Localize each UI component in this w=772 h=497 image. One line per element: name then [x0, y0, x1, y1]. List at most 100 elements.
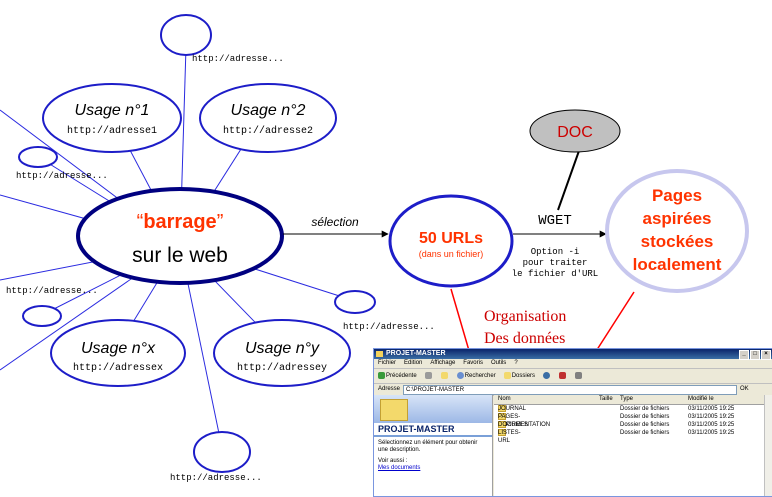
minimize-button[interactable]: _ [739, 350, 749, 360]
maximize-button[interactable]: □ [750, 350, 760, 360]
views-button[interactable] [575, 369, 583, 383]
center-node-shape [76, 187, 284, 285]
task-pane-description: Sélectionnez un élément pour obtenir une… [378, 440, 478, 453]
small-node-left [18, 146, 58, 168]
explorer-title-bar: PROJET-MASTER _ □ × [374, 349, 772, 360]
selection-label: sélection [311, 215, 359, 229]
usage-node-y-url: http://adressey [237, 362, 327, 374]
wget-option-line1: Option -i [531, 247, 580, 257]
vertical-scrollbar[interactable] [764, 395, 772, 496]
usage-node-x-url: http://adressex [73, 362, 163, 374]
file-date: 03/11/2005 19:25 [688, 422, 735, 428]
go-button[interactable]: OK [740, 384, 749, 395]
column-name[interactable]: Nom [498, 395, 511, 404]
small-node-top [160, 14, 212, 56]
file-name: JOURNAL [498, 406, 527, 412]
menu-fichier[interactable]: Fichier [378, 359, 396, 368]
task-pane-banner [374, 395, 492, 423]
file-name: DOCUMENTATION [498, 422, 551, 428]
usage-node-2-title: Usage n°2 [231, 102, 306, 119]
column-type[interactable]: Type [620, 395, 633, 404]
up-folder-button[interactable] [440, 369, 449, 383]
file-row[interactable]: PAGES-ASPIREES Dossier de fichiers 03/11… [494, 413, 772, 428]
explorer-window: PROJET-MASTER _ □ × Fichier Edition Affi… [373, 348, 772, 497]
center-quote-close: ” [217, 211, 224, 233]
forward-button[interactable] [424, 369, 433, 383]
center-node-line1: “barrage” [137, 211, 224, 233]
usage-node-x-title: Usage n°x [81, 340, 156, 357]
search-button-label: Rechercher [464, 373, 496, 379]
search-button[interactable]: Rechercher [456, 369, 496, 383]
explorer-task-pane: PROJET-MASTER Sélectionnez un élément po… [374, 395, 493, 496]
back-button[interactable]: Précédente [378, 369, 417, 383]
close-button[interactable]: × [761, 350, 771, 360]
task-pane-see-also: Voir aussi : [378, 458, 408, 464]
file-row[interactable]: LISTES-URL Dossier de fichiers 03/11/200… [494, 429, 772, 444]
pages-node: Pages aspirées stockées localement [605, 169, 749, 293]
history-button[interactable] [543, 369, 551, 383]
small-node-right [334, 290, 376, 314]
usage-node-2: Usage n°2 http://adresse2 [199, 83, 337, 153]
menu-help[interactable]: ? [514, 359, 517, 368]
explorer-file-list: Nom Taille Type Modifié le JOURNAL Dossi… [494, 395, 772, 496]
small-url-label: http://adresse... [16, 171, 108, 181]
usage-node-1-title: Usage n°1 [75, 102, 150, 119]
small-url-label: http://adresse... [343, 322, 435, 332]
file-name: LISTES-URL [498, 430, 521, 444]
window-controls: _ □ × [739, 350, 771, 360]
wget-option-line2: pour traiter [523, 258, 588, 268]
center-quote-open: “ [137, 211, 144, 233]
urls-node-title: 50 URLs [419, 230, 483, 247]
center-word: barrage [143, 211, 216, 233]
usage-node-y: Usage n°y http://adressey [213, 319, 351, 387]
column-size[interactable]: Taille [599, 395, 613, 404]
explorer-toolbar: Précédente Rechercher Dossiers [374, 369, 772, 384]
back-arrow-icon [378, 371, 385, 379]
small-url-label: http://adresse... [170, 473, 262, 483]
explorer-title: PROJET-MASTER [386, 350, 446, 357]
folders-button[interactable]: Dossiers [503, 369, 536, 383]
organisation-line1: Organisation [484, 308, 566, 325]
file-row[interactable]: DOCUMENTATION Dossier de fichiers 03/11/… [494, 421, 772, 429]
usage-node-x: Usage n°x http://adressex [50, 319, 186, 387]
small-node-bottom-left [22, 305, 62, 327]
usage-node-2-url: http://adresse2 [223, 125, 313, 137]
folders-button-label: Dossiers [511, 373, 536, 379]
file-type: Dossier de fichiers [620, 414, 670, 420]
views-icon [575, 371, 583, 379]
pages-node-line2: aspirées [643, 209, 712, 228]
menu-favoris[interactable]: Favoris [463, 359, 483, 368]
center-node: “barrage” sur le web [76, 187, 284, 285]
doc-connector [557, 147, 581, 211]
file-date: 03/11/2005 19:25 [688, 414, 735, 420]
file-date: 03/11/2005 19:25 [688, 406, 735, 412]
usage-node-y-title: Usage n°y [245, 340, 320, 357]
back-button-label: Précédente [386, 373, 417, 379]
usage-node-1: Usage n°1 http://adresse1 [42, 83, 182, 153]
small-url-label: http://adresse... [192, 54, 284, 64]
pages-node-line3: stockées [641, 232, 714, 251]
pages-node-line4: localement [633, 255, 722, 274]
menu-affichage[interactable]: Affichage [430, 359, 455, 368]
organisation-line2: Des données [484, 330, 565, 347]
task-pane-title: PROJET-MASTER [374, 423, 492, 437]
file-date: 03/11/2005 19:25 [688, 430, 735, 436]
search-icon [456, 371, 464, 379]
column-modified[interactable]: Modifié le [688, 395, 714, 404]
urls-node: 50 URLs (dans un fichier) [388, 194, 514, 288]
doc-node-label: DOC [557, 124, 593, 141]
menu-outils[interactable]: Outils [491, 359, 506, 368]
pages-node-line1: Pages [652, 186, 702, 205]
file-type: Dossier de fichiers [620, 406, 670, 412]
file-list-header: Nom Taille Type Modifié le [494, 395, 772, 405]
address-input[interactable]: C:\PROJET-MASTER [403, 384, 738, 395]
small-node-bottom [193, 431, 251, 473]
delete-button[interactable] [559, 369, 567, 383]
folders-icon [503, 371, 511, 379]
urls-node-subtitle: (dans un fichier) [419, 249, 484, 259]
file-row[interactable]: JOURNAL Dossier de fichiers 03/11/2005 1… [494, 405, 772, 413]
menu-edition[interactable]: Edition [404, 359, 422, 368]
delete-icon [559, 371, 567, 379]
my-documents-link[interactable]: Mes documents [374, 464, 492, 472]
address-label: Adresse [378, 386, 401, 392]
